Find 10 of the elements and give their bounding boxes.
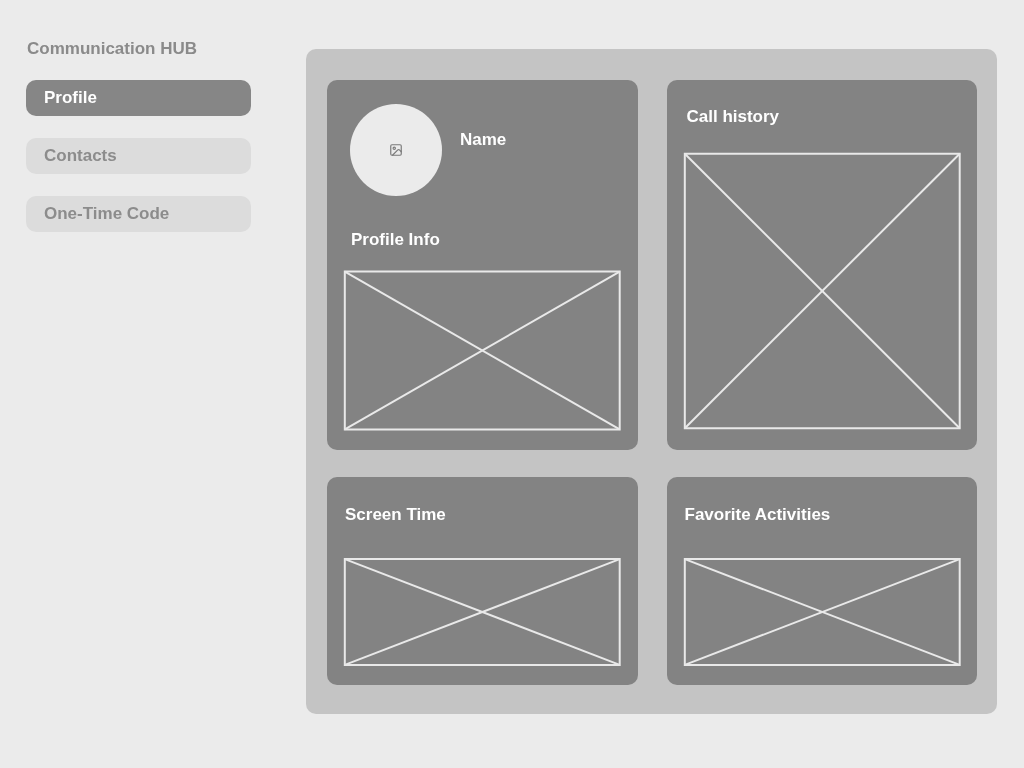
nav-item[interactable]: Profile bbox=[26, 80, 251, 116]
image-icon bbox=[389, 143, 403, 157]
nav-item[interactable]: One-Time Code bbox=[26, 196, 251, 232]
app-title: Communication HUB bbox=[26, 39, 198, 59]
profile-name: Name bbox=[460, 130, 507, 150]
card-title: Screen Time bbox=[345, 505, 447, 525]
card-title: Profile Info bbox=[351, 230, 441, 250]
card-title: Call history bbox=[686, 107, 781, 127]
nav-item[interactable]: Contacts bbox=[26, 138, 251, 174]
card-title: Favorite Activities bbox=[684, 505, 832, 525]
